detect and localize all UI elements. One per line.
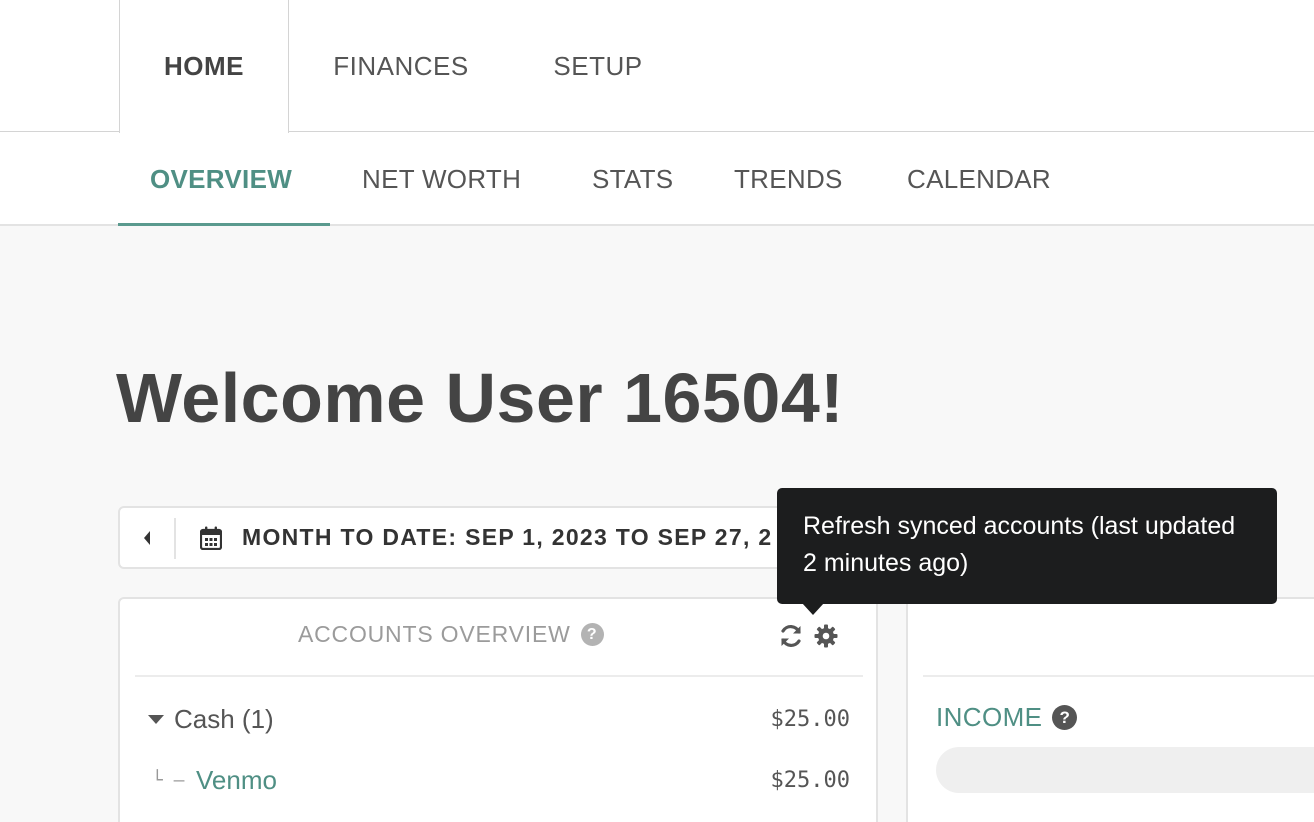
accounts-overview-title: ACCOUNTS OVERVIEW — [298, 621, 571, 647]
panel-title: ACCOUNTS OVERVIEW ? — [298, 621, 604, 648]
income-progress-bar — [936, 747, 1314, 793]
tab-setup[interactable]: SETUP — [530, 0, 666, 132]
help-icon[interactable]: ? — [580, 623, 604, 646]
date-range-bar: MONTH TO DATE: SEP 1, 2023 TO SEP 27, 2 — [118, 506, 838, 569]
tab-trends[interactable]: TRENDS — [734, 132, 843, 226]
tab-overview[interactable]: OVERVIEW — [150, 132, 292, 226]
gear-icon[interactable] — [814, 624, 838, 648]
tab-home[interactable]: HOME — [119, 0, 289, 133]
account-group-row[interactable]: Cash (1) $25.00 — [148, 703, 850, 735]
income-panel: INCOME ? — [906, 597, 1314, 822]
tab-net-worth[interactable]: NET WORTH — [362, 132, 521, 226]
help-icon[interactable]: ? — [1052, 705, 1078, 730]
tab-stats[interactable]: STATS — [592, 132, 673, 226]
caret-down-icon[interactable] — [148, 714, 164, 724]
date-prev-button[interactable] — [120, 508, 174, 567]
divider — [135, 675, 863, 677]
tab-calendar[interactable]: CALENDAR — [907, 132, 1051, 226]
income-label: INCOME — [936, 702, 1043, 732]
divider — [174, 518, 176, 559]
account-group-name: Cash (1) — [174, 703, 274, 734]
account-row: └ – Venmo $25.00 — [148, 764, 850, 796]
divider — [923, 675, 1314, 677]
tooltip-arrow — [802, 603, 824, 615]
accounts-overview-panel: ACCOUNTS OVERVIEW ? Cash (1) $25.00 └ – … — [118, 597, 878, 822]
top-nav: HOME FINANCES SETUP — [0, 0, 1314, 133]
tab-finances[interactable]: FINANCES — [305, 0, 497, 132]
refresh-icon[interactable] — [778, 623, 804, 649]
caret-left-icon — [144, 530, 150, 545]
date-range-label[interactable]: MONTH TO DATE: SEP 1, 2023 TO SEP 27, 2 — [242, 508, 772, 567]
tree-branch-icon: └ – — [152, 769, 185, 791]
sub-nav: OVERVIEW NET WORTH STATS TRENDS CALENDAR — [0, 132, 1314, 226]
page-title: Welcome User 16504! — [116, 359, 845, 437]
calendar-icon — [200, 526, 222, 550]
account-group-amount: $25.00 — [770, 706, 850, 732]
account-amount: $25.00 — [770, 767, 850, 793]
account-link-venmo[interactable]: Venmo — [196, 765, 277, 796]
active-tab-underline — [118, 223, 330, 226]
income-heading: INCOME ? — [936, 702, 1078, 733]
refresh-tooltip: Refresh synced accounts (last updated 2 … — [777, 488, 1277, 604]
